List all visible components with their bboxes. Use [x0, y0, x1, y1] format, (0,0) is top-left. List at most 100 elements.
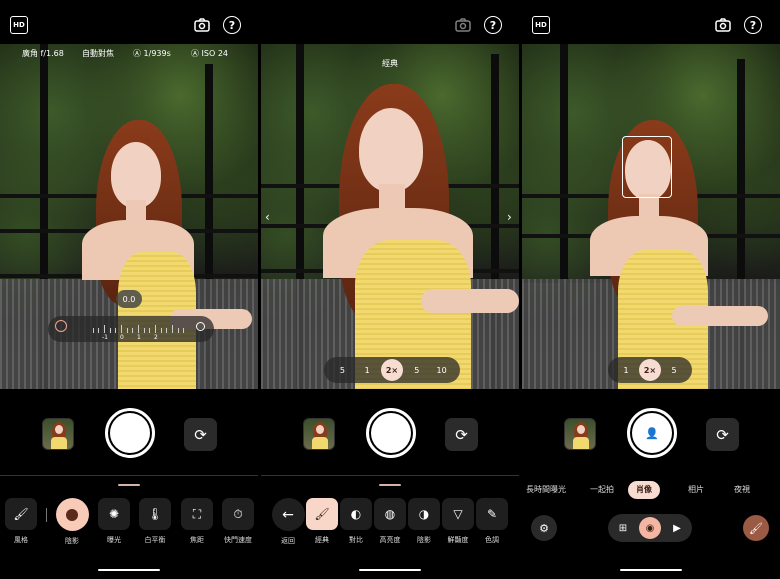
zoom-option[interactable]: 1 [356, 359, 378, 381]
shutter-button[interactable] [105, 408, 155, 458]
gallery-thumbnail[interactable] [303, 418, 335, 450]
sheet-handle[interactable] [118, 484, 140, 486]
flip-camera-button[interactable]: ⟳ [184, 418, 217, 451]
mode-portrait[interactable]: 肖像 [628, 481, 660, 499]
viewfinder[interactable] [522, 44, 780, 389]
tool-classic[interactable]: 🖌 經典 [305, 498, 339, 545]
zoom-selector[interactable]: 5 1 2× 5 10 [324, 357, 460, 383]
zoom-option[interactable]: 10 [431, 359, 453, 381]
camera-panel-style: ? 經典 ‹ › 5 1 2× 5 10 ⟳ ← 返回 🖌 經典 ◐ 對比 ◍ … [261, 0, 519, 579]
iso-info: Ⓐ ISO 24 [191, 49, 229, 58]
shutter-speed-icon: ⏱ [222, 498, 254, 530]
home-indicator[interactable] [620, 569, 682, 571]
home-indicator[interactable] [359, 569, 421, 571]
highlight-icon: ◍ [374, 498, 406, 530]
camera-settings-icon[interactable] [714, 16, 732, 34]
viewfinder[interactable]: 經典 ‹ › [261, 44, 519, 389]
tool-style[interactable]: 🖌 風格 [4, 498, 38, 545]
tool-tone[interactable]: ✎ 色調 [475, 498, 509, 545]
exposure-reset-icon[interactable] [196, 322, 205, 331]
exposure-scale-label: 1 [137, 334, 141, 341]
shutter-row: 👤 ⟳ [522, 408, 780, 458]
tool-label: 陰影 [417, 536, 431, 544]
photo-add-icon[interactable]: ⊞ [612, 517, 634, 539]
exposure-icon: ✺ [98, 498, 130, 530]
tool-highlight[interactable]: ◍ 高亮度 [373, 498, 407, 545]
help-icon[interactable]: ? [484, 16, 502, 34]
zoom-option-active[interactable]: 2× [639, 359, 661, 381]
flip-camera-icon: ⟳ [455, 425, 468, 444]
flip-camera-icon: ⟳ [194, 425, 207, 444]
tool-white-balance[interactable]: 🌡 白平衡 [138, 498, 172, 545]
top-bar: HD ? [0, 0, 258, 44]
exposure-mode-icon[interactable] [55, 320, 67, 332]
tone-icon: ✎ [476, 498, 508, 530]
style-name-label: 經典 [382, 59, 398, 68]
help-icon[interactable]: ? [223, 16, 241, 34]
tool-label: 色調 [485, 536, 499, 544]
tool-label: 鮮豔度 [447, 536, 469, 544]
mode-photo[interactable]: 相片 [688, 481, 704, 499]
mode-selector: 長時間曝光 一起拍 肖像 相片 夜視 [522, 481, 780, 499]
camera-icon[interactable]: ◉ [639, 517, 661, 539]
next-style-arrow-icon[interactable]: › [507, 210, 512, 224]
vibrance-icon: ▽ [442, 498, 474, 530]
tool-back[interactable]: ← 返回 [271, 498, 305, 546]
tool-shadow[interactable]: 陰影 [55, 498, 89, 546]
zoom-option[interactable]: 5 [406, 359, 428, 381]
shutter-info: Ⓐ 1/939s [133, 49, 171, 58]
zoom-selector[interactable]: 1 2× 5 [608, 357, 692, 383]
zoom-option[interactable]: 5 [331, 359, 353, 381]
tool-shutter-speed[interactable]: ⏱ 快門速度 [221, 498, 255, 545]
gallery-thumbnail[interactable] [42, 418, 74, 450]
tool-shadow[interactable]: ◑ 陰影 [407, 498, 441, 545]
shutter-button[interactable] [366, 408, 416, 458]
sheet-handle[interactable] [379, 484, 401, 486]
paint-bucket-icon: 🖌 [306, 498, 338, 530]
video-icon[interactable]: ▶ [666, 517, 688, 539]
shutter-button[interactable]: 👤 [627, 408, 677, 458]
mode-add-me[interactable]: 一起拍 [590, 481, 614, 499]
camera-settings-button[interactable]: ⚙ [531, 515, 557, 541]
mode-night-sight[interactable]: 夜視 [734, 481, 750, 499]
tool-label: 快門速度 [224, 536, 252, 544]
mode-long-exposure[interactable]: 長時間曝光 [526, 481, 566, 499]
top-bar: ? [261, 0, 519, 44]
tool-focus[interactable]: ⛶ 焦距 [180, 498, 214, 545]
flip-camera-button[interactable]: ⟳ [445, 418, 478, 451]
prev-style-arrow-icon[interactable]: ‹ [265, 210, 270, 224]
camera-panel-portrait: HD ? 1 2× 5 👤 ⟳ 長時間曝光 一起拍 肖像 相片 夜視 ⚙ ⊞ ◉… [522, 0, 780, 579]
flip-camera-button[interactable]: ⟳ [706, 418, 739, 451]
zoom-option[interactable]: 5 [663, 359, 685, 381]
scene-image [522, 44, 780, 389]
zoom-option-active[interactable]: 2× [380, 359, 403, 381]
hdr-badge-icon[interactable]: HD [10, 16, 28, 34]
white-balance-icon: 🌡 [139, 498, 171, 530]
tool-label: 經典 [315, 536, 329, 544]
tool-label: 曝光 [107, 536, 121, 544]
shutter-row: ⟳ [0, 408, 258, 458]
shadow-icon [55, 498, 89, 531]
zoom-option[interactable]: 1 [615, 359, 637, 381]
hdr-badge-icon[interactable]: HD [532, 16, 550, 34]
lens-info: 廣角 f/1.68 [22, 49, 64, 58]
tool-separator [46, 508, 47, 522]
exposure-scale-label: 0 [120, 334, 124, 341]
camera-settings-icon[interactable] [193, 16, 211, 34]
tool-vibrance[interactable]: ▽ 鮮豔度 [441, 498, 475, 545]
exposure-slider[interactable]: -1 0 1 2 [48, 316, 214, 342]
scene-image [261, 44, 519, 389]
home-indicator[interactable] [98, 569, 160, 571]
capture-type-switch[interactable]: ⊞ ◉ ▶ [608, 514, 692, 542]
tool-label: 焦距 [190, 536, 204, 544]
top-bar: HD ? [522, 0, 780, 44]
help-icon[interactable]: ? [744, 16, 762, 34]
tool-exposure[interactable]: ✺ 曝光 [97, 498, 131, 545]
back-arrow-icon: ← [271, 498, 305, 531]
focus-info: 自動對焦 [82, 49, 114, 58]
tool-contrast[interactable]: ◐ 對比 [339, 498, 373, 545]
gallery-thumbnail[interactable] [564, 418, 596, 450]
paint-bucket-icon: 🖌 [5, 498, 37, 530]
camera-settings-icon[interactable] [454, 16, 472, 34]
style-button[interactable]: 🖌 [743, 515, 769, 541]
